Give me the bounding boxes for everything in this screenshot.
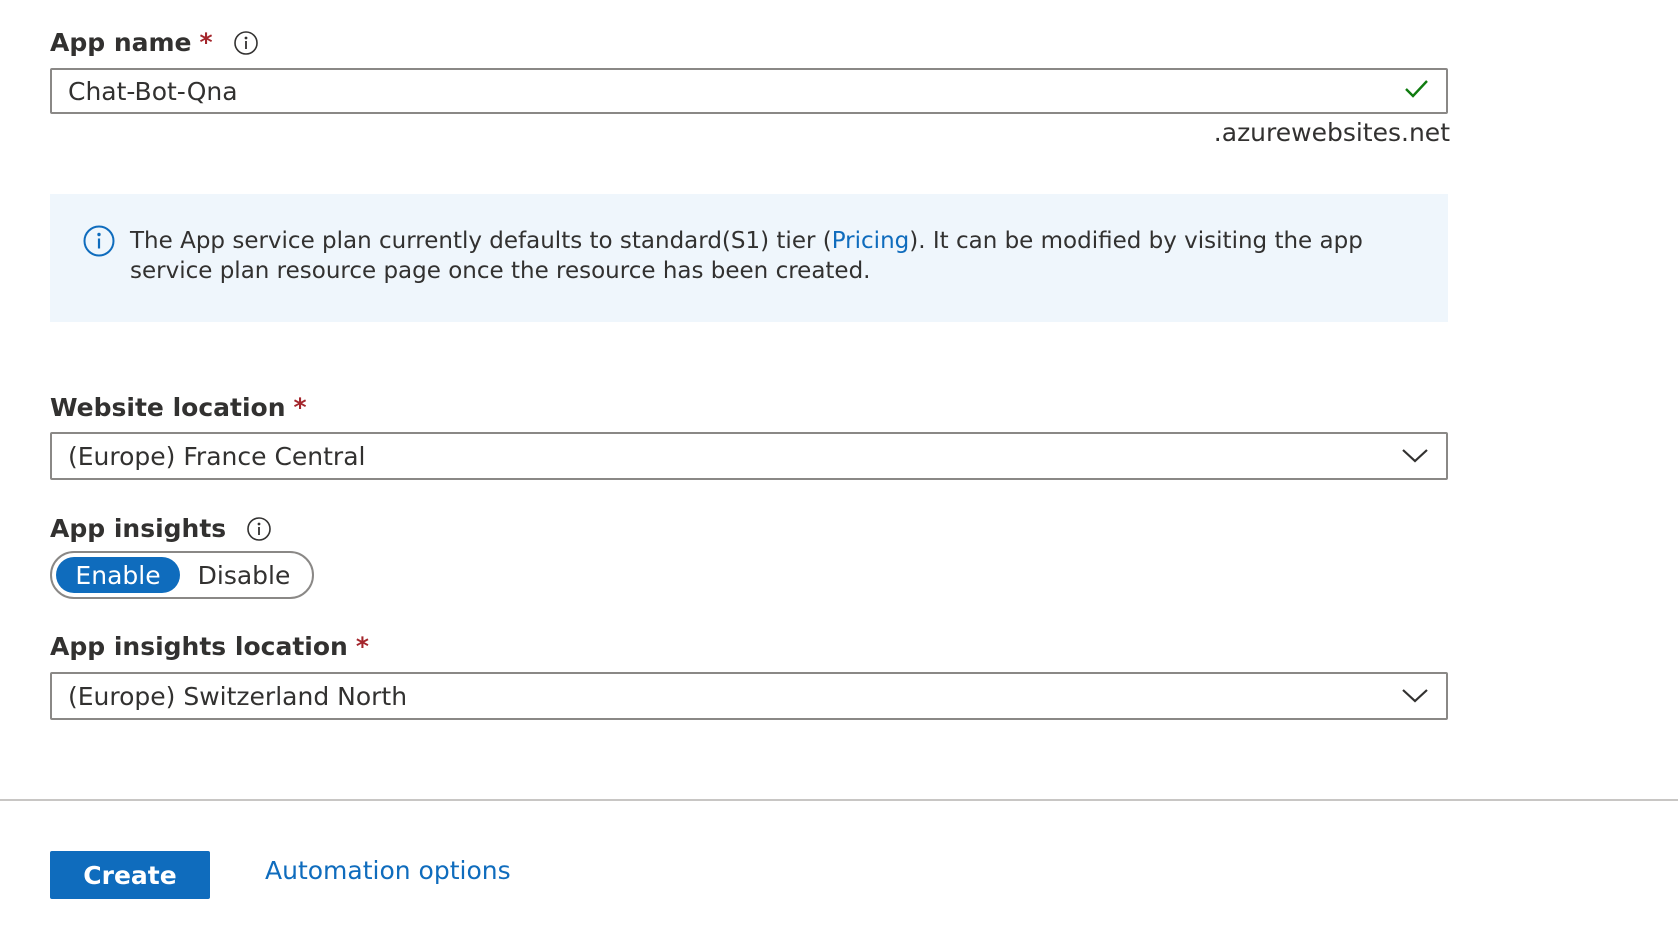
required-marker: * xyxy=(293,393,307,422)
info-banner: The App service plan currently defaults … xyxy=(50,194,1448,322)
banner-text-before: The App service plan currently defaults … xyxy=(130,228,832,254)
info-icon[interactable] xyxy=(233,30,259,56)
app-name-input[interactable]: Chat-Bot-Qna xyxy=(50,68,1448,114)
chevron-down-icon xyxy=(1400,442,1430,471)
app-insights-location-value: (Europe) Switzerland North xyxy=(68,681,408,711)
info-icon xyxy=(82,225,130,262)
app-insights-label: App insights xyxy=(50,514,227,543)
pricing-link[interactable]: Pricing xyxy=(832,228,910,254)
domain-suffix: .azurewebsites.net xyxy=(1213,118,1450,147)
check-icon xyxy=(1402,74,1430,108)
enable-option[interactable]: Enable xyxy=(56,557,180,593)
create-app-form: App name * Chat-Bot-Qna .azurewebsites.n… xyxy=(0,0,1678,926)
app-insights-toggle[interactable]: Enable Disable xyxy=(50,551,314,599)
app-insights-label-row: App insights xyxy=(50,514,272,543)
chevron-down-icon xyxy=(1400,682,1430,711)
footer-divider xyxy=(0,799,1678,801)
website-location-dropdown[interactable]: (Europe) France Central xyxy=(50,432,1448,480)
app-name-value: Chat-Bot-Qna xyxy=(68,76,238,106)
required-marker: * xyxy=(199,28,213,57)
info-banner-text: The App service plan currently defaults … xyxy=(130,226,1408,286)
required-marker: * xyxy=(355,632,369,661)
app-insights-location-label-row: App insights location * xyxy=(50,632,369,661)
app-name-label: App name xyxy=(50,28,192,57)
disable-option[interactable]: Disable xyxy=(180,557,308,593)
website-location-label-row: Website location * xyxy=(50,393,307,422)
website-location-label: Website location xyxy=(50,393,286,422)
create-button[interactable]: Create xyxy=(50,851,210,899)
info-icon[interactable] xyxy=(246,516,272,542)
app-insights-location-label: App insights location xyxy=(50,632,348,661)
website-location-value: (Europe) France Central xyxy=(68,441,366,471)
app-name-label-row: App name * xyxy=(50,28,259,57)
app-insights-location-dropdown[interactable]: (Europe) Switzerland North xyxy=(50,672,1448,720)
automation-options-link[interactable]: Automation options xyxy=(265,856,511,885)
